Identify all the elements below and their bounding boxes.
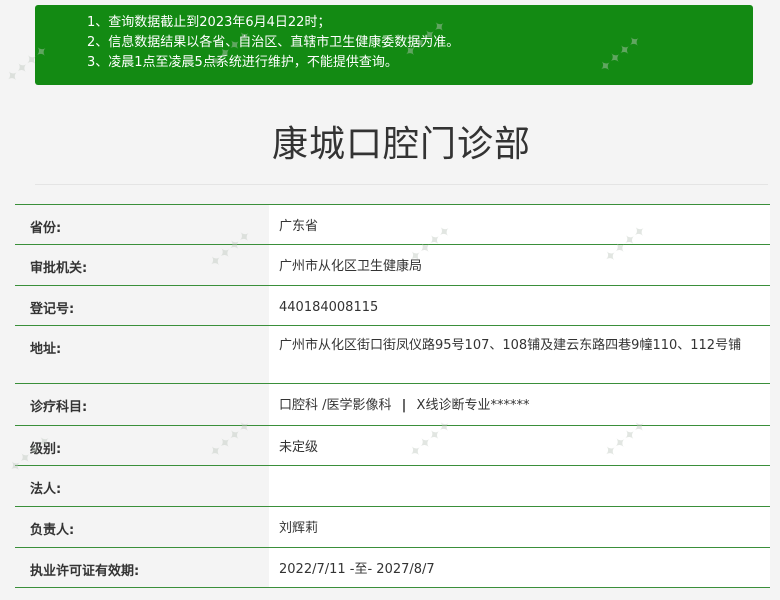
- row-label-departments: 诊疗科目:: [15, 384, 269, 425]
- info-table: 省份: 广东省 审批机关: 广州市从化区卫生健康局 登记号: 440184008…: [15, 204, 770, 588]
- row-value-registration-number: 440184008115: [269, 286, 770, 325]
- row-label-legal-person: 法人:: [15, 466, 269, 506]
- table-row: 诊疗科目: 口腔科 /医学影像科 | X线诊断专业******: [15, 384, 770, 426]
- department-secondary: X线诊断专业******: [416, 398, 530, 413]
- row-value-province: 广东省: [269, 205, 770, 244]
- title-section: 康城口腔门诊部: [35, 85, 768, 185]
- table-row: 负责人: 刘辉莉: [15, 507, 770, 548]
- table-row: 级别: 未定级: [15, 426, 770, 466]
- notice-line-2: 2、信息数据结果以各省、自治区、直辖市卫生健康委数据为准。: [87, 35, 460, 50]
- table-row: 登记号: 440184008115: [15, 286, 770, 326]
- row-value-legal-person: [269, 466, 770, 506]
- row-label-province: 省份:: [15, 205, 269, 244]
- notice-line-3: 3、凌晨1点至凌晨5点系统进行维护，不能提供查询。: [87, 55, 398, 70]
- department-separator: |: [401, 398, 407, 413]
- notice-line-1: 1、查询数据截止到2023年6月4日22时；: [87, 15, 331, 30]
- table-row: 省份: 广东省: [15, 205, 770, 245]
- table-row: 地址: 广州市从化区街口街凤仪路95号107、108铺及建云东路四巷9幢110、…: [15, 326, 770, 384]
- table-row: 法人:: [15, 466, 770, 507]
- row-value-license-validity: 2022/7/11 -至- 2027/8/7: [269, 548, 770, 587]
- row-value-approval-authority: 广州市从化区卫生健康局: [269, 245, 770, 285]
- row-label-address: 地址:: [15, 326, 269, 383]
- row-value-departments: 口腔科 /医学影像科 | X线诊断专业******: [269, 384, 770, 425]
- table-row: 审批机关: 广州市从化区卫生健康局: [15, 245, 770, 286]
- row-label-registration-number: 登记号:: [15, 286, 269, 325]
- page: 1、查询数据截止到2023年6月4日22时； 2、信息数据结果以各省、自治区、直…: [0, 0, 780, 600]
- notice-banner: 1、查询数据截止到2023年6月4日22时； 2、信息数据结果以各省、自治区、直…: [35, 5, 753, 85]
- row-label-license-validity: 执业许可证有效期:: [15, 548, 269, 587]
- row-value-address: 广州市从化区街口街凤仪路95号107、108铺及建云东路四巷9幢110、112号…: [269, 326, 770, 383]
- row-label-approval-authority: 审批机关:: [15, 245, 269, 285]
- page-title: 康城口腔门诊部: [271, 124, 531, 165]
- table-row: 执业许可证有效期: 2022/7/11 -至- 2027/8/7: [15, 548, 770, 588]
- row-label-level: 级别:: [15, 426, 269, 465]
- row-value-person-in-charge: 刘辉莉: [269, 507, 770, 547]
- department-primary: 口腔科 /医学影像科: [279, 398, 392, 413]
- row-label-person-in-charge: 负责人:: [15, 507, 269, 547]
- row-value-level: 未定级: [269, 426, 770, 465]
